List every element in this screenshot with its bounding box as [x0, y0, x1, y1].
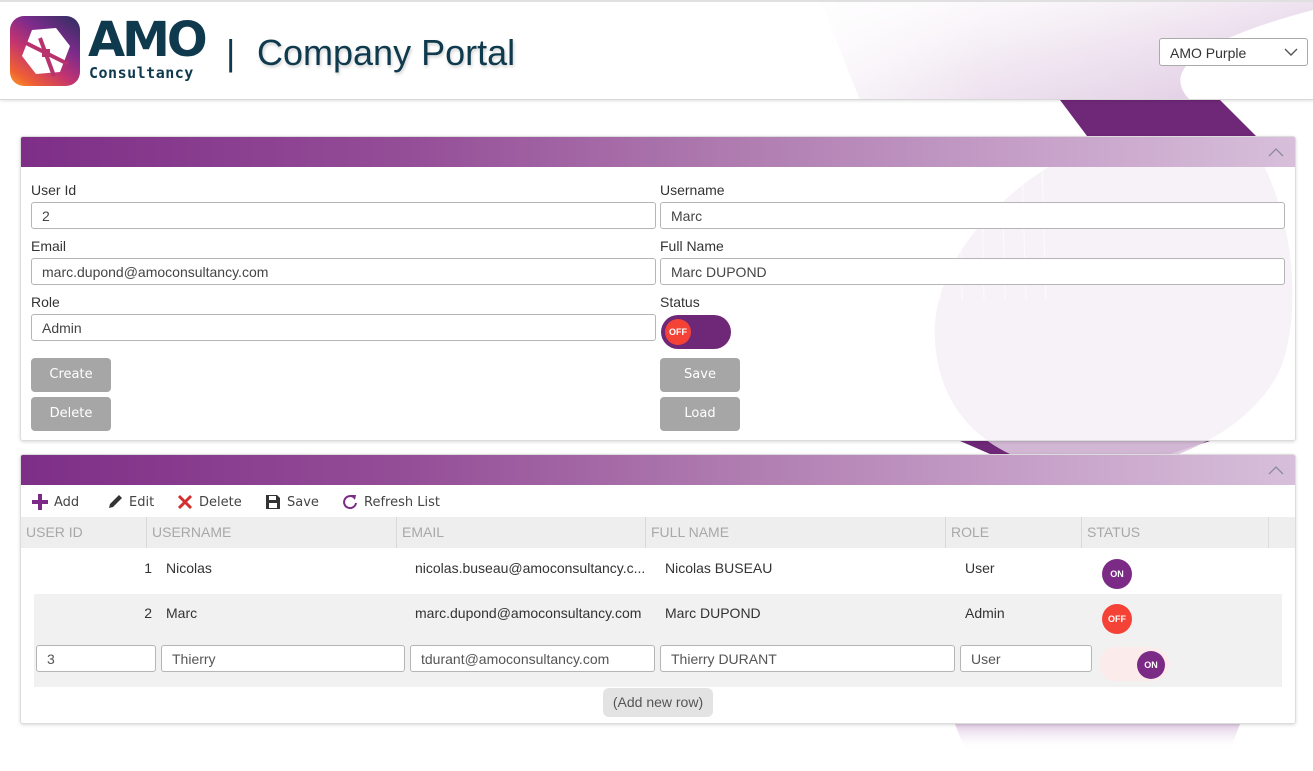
user-grid-card-header [21, 455, 1295, 485]
role-label: Role [31, 294, 60, 310]
refresh-label: Refresh List [364, 494, 440, 510]
top-bar: AMO Consultancy | Company Portal AMO Pur… [0, 0, 1313, 100]
status-badge[interactable]: OFF [1102, 604, 1132, 634]
new-row-role-input[interactable]: User [960, 645, 1092, 672]
new-row-editor: 3 Thierry tdurant@amoconsultancy.com Thi… [34, 639, 1282, 687]
table-row[interactable]: 2 Marc marc.dupond@amoconsultancy.com Ma… [34, 594, 1282, 639]
theme-select-value: AMO Purple [1170, 45, 1247, 61]
full-name-label: Full Name [660, 238, 724, 254]
save-button[interactable]: Save [660, 358, 740, 392]
refresh-icon [343, 495, 357, 510]
add-label: Add [54, 494, 80, 510]
column-header-status[interactable]: STATUS [1081, 517, 1269, 548]
cell-username: Marc [166, 605, 198, 621]
add-button[interactable]: Add [32, 493, 79, 511]
table-row[interactable]: 1 Nicolas nicolas.buseau@amoconsultancy.… [34, 549, 1282, 594]
create-button[interactable]: Create [31, 358, 111, 392]
edit-label: Edit [129, 494, 155, 510]
close-icon [177, 494, 193, 510]
logo-wordmark: AMO [88, 12, 208, 68]
load-button[interactable]: Load [660, 397, 740, 431]
column-header-user-id[interactable]: USER ID [21, 517, 146, 548]
floppy-disk-icon [266, 495, 280, 509]
pencil-icon [109, 495, 122, 508]
column-header-username[interactable]: USERNAME [146, 517, 396, 548]
user-grid-card: Add Edit Delete Save Refresh List USER I… [20, 454, 1296, 724]
cell-user-id: 1 [144, 560, 152, 576]
grid-header-scroll-spacer [1269, 517, 1295, 548]
cell-role: Admin [965, 605, 1005, 621]
new-row-email-input[interactable]: tdurant@amoconsultancy.com [410, 645, 655, 672]
status-label: Status [660, 294, 700, 310]
email-label: Email [31, 238, 67, 254]
new-row-username-input[interactable]: Thierry [161, 645, 405, 672]
save-label: Save [287, 494, 319, 510]
page-title: Company Portal [257, 32, 516, 73]
email-input[interactable]: marc.dupond@amoconsultancy.com [31, 258, 656, 285]
user-form-card: User Id 2 Username Marc Email marc.dupon… [20, 136, 1296, 441]
user-id-label: User Id [31, 182, 77, 198]
role-input[interactable]: Admin [31, 314, 656, 341]
add-new-row-button[interactable]: (Add new row) [603, 688, 713, 717]
new-row-full-name-input[interactable]: Thierry DURANT [660, 645, 955, 672]
chevron-up-icon[interactable] [1267, 145, 1285, 159]
status-badge[interactable]: ON [1102, 559, 1132, 589]
cell-role: User [965, 560, 995, 576]
cell-email: nicolas.buseau@amoconsultancy.c... [415, 560, 646, 576]
status-toggle[interactable]: OFF [661, 315, 731, 349]
full-name-input[interactable]: Marc DUPOND [660, 258, 1285, 285]
new-row-status-knob: ON [1137, 651, 1165, 679]
cell-username: Nicolas [166, 560, 212, 576]
title-separator: | [226, 32, 236, 73]
plus-icon [32, 494, 48, 510]
column-header-email[interactable]: EMAIL [396, 517, 645, 548]
user-id-input[interactable]: 2 [31, 202, 656, 229]
logo-subtext: Consultancy [89, 64, 194, 82]
amo-logo-icon [10, 16, 80, 86]
chevron-down-icon [1284, 48, 1298, 56]
save-grid-button[interactable]: Save [265, 493, 319, 511]
cell-user-id: 2 [144, 605, 152, 621]
column-header-full-name[interactable]: FULL NAME [645, 517, 945, 548]
chevron-up-icon[interactable] [1267, 463, 1285, 477]
delete-grid-button[interactable]: Delete [177, 493, 242, 511]
refresh-list-button[interactable]: Refresh List [342, 493, 440, 511]
edit-button[interactable]: Edit [107, 493, 154, 511]
cell-email: marc.dupond@amoconsultancy.com [415, 605, 642, 621]
new-row-status-toggle[interactable]: ON [1099, 647, 1169, 681]
username-input[interactable]: Marc [660, 202, 1285, 229]
cell-full-name: Nicolas BUSEAU [665, 560, 773, 576]
username-label: Username [660, 182, 725, 198]
delete-button[interactable]: Delete [31, 397, 111, 431]
status-toggle-knob: OFF [665, 319, 691, 345]
delete-label: Delete [199, 494, 242, 510]
new-row-user-id-input[interactable]: 3 [36, 645, 156, 672]
grid-header: USER ID USERNAME EMAIL FULL NAME ROLE ST… [21, 517, 1269, 548]
user-form-card-header [21, 137, 1295, 167]
column-header-role[interactable]: ROLE [945, 517, 1081, 548]
grid-toolbar: Add Edit Delete Save Refresh List [21, 485, 1295, 517]
cell-full-name: Marc DUPOND [665, 605, 761, 621]
theme-select[interactable]: AMO Purple [1159, 38, 1308, 66]
